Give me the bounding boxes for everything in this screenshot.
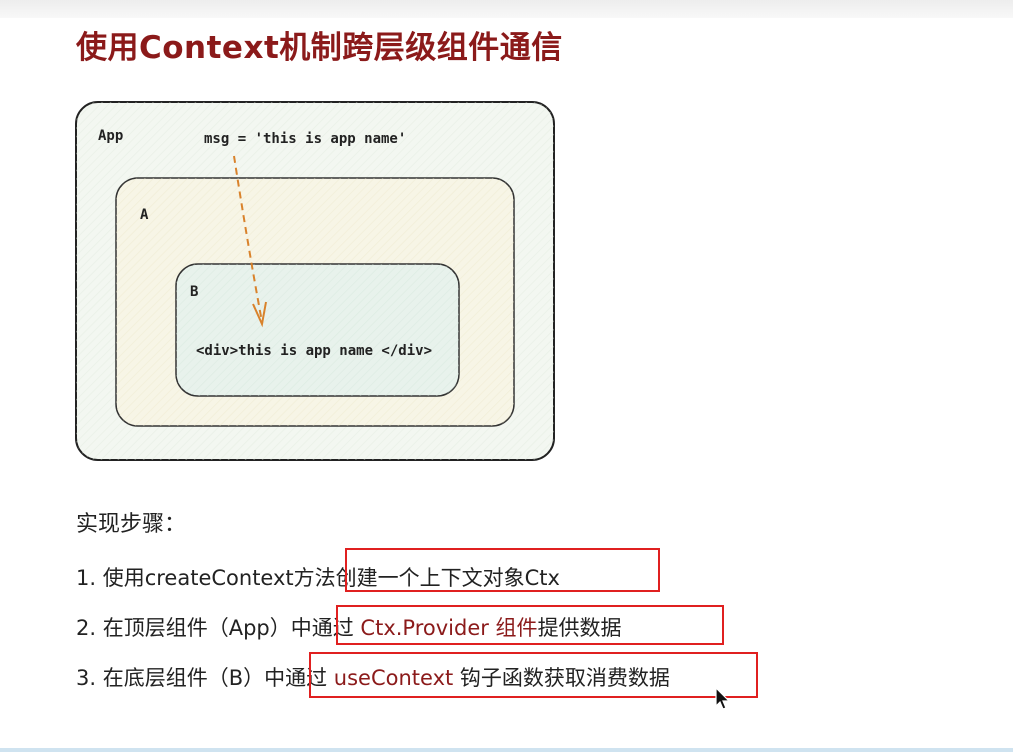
msg-label: msg = 'this is app name' <box>204 131 407 147</box>
diagram-shapes <box>75 101 555 461</box>
bottom-bar <box>0 748 1013 752</box>
page-title: 使用Context机制跨层级组件通信 <box>76 30 563 66</box>
highlight-box-2 <box>336 605 724 645</box>
b-content: <div>this is app name </div> <box>196 343 433 359</box>
context-diagram: App msg = 'this is app name' A B <div>th… <box>72 98 562 466</box>
step-3-prefix: 3. 在底层组件（B）中通过 <box>76 666 334 690</box>
highlight-box-1 <box>345 548 660 592</box>
b-label: B <box>190 284 199 300</box>
steps-heading: 实现步骤： <box>76 512 187 537</box>
app-label: App <box>98 128 124 144</box>
a-label: A <box>140 207 149 223</box>
highlight-box-3 <box>309 652 758 698</box>
window-top-bar <box>0 0 1013 18</box>
mouse-cursor-icon <box>715 686 731 710</box>
step-2-prefix: 2. 在顶层组件（App）中通过 <box>76 616 361 640</box>
